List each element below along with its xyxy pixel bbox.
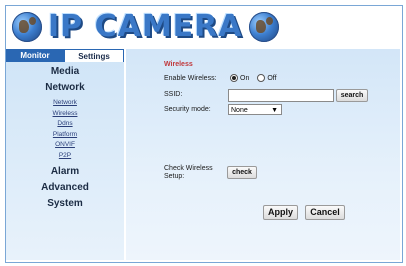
radio-off-label: Off	[267, 74, 277, 82]
submenu-ddns[interactable]: Ddns	[6, 119, 124, 130]
radio-on[interactable]	[230, 74, 238, 82]
enable-wireless-radios: On Off	[230, 74, 277, 82]
check-wireless-label: Check Wireless Setup:	[164, 165, 213, 181]
enable-wireless-label: Enable Wireless:	[164, 75, 217, 82]
network-submenu: Network Wireless Ddns Platform ONVIF P2P	[6, 98, 124, 161]
security-mode-select[interactable]: None ▼	[228, 104, 282, 115]
radio-off[interactable]	[257, 74, 266, 82]
tab-settings[interactable]: Settings	[64, 49, 124, 62]
security-mode-value: None	[231, 107, 248, 114]
tab-monitor[interactable]: Monitor	[6, 49, 64, 62]
logo: IP CAMERA	[12, 10, 279, 44]
check-wireless-label-line1: Check Wireless	[164, 165, 213, 172]
apply-button[interactable]: Apply	[263, 205, 298, 220]
wireless-panel: Wireless Enable Wireless: On Off SSID: s…	[126, 49, 400, 260]
section-title: Wireless	[164, 61, 193, 68]
globe-icon	[248, 12, 279, 42]
cancel-button[interactable]: Cancel	[305, 205, 345, 220]
tab-bar: Monitor Settings	[6, 49, 124, 62]
check-button[interactable]: check	[227, 166, 257, 179]
radio-on-label: On	[240, 74, 250, 82]
ssid-input[interactable]	[228, 89, 334, 102]
submenu-p2p[interactable]: P2P	[6, 151, 124, 162]
ssid-label: SSID:	[164, 91, 183, 98]
menu-alarm[interactable]: Alarm	[6, 166, 124, 177]
chevron-down-icon: ▼	[271, 107, 278, 114]
sidebar: Monitor Settings Media Network Network W…	[6, 49, 124, 260]
logo-text: IP CAMERA	[48, 9, 243, 44]
menu-network[interactable]: Network	[6, 82, 124, 93]
security-mode-label: Security mode:	[164, 106, 211, 113]
header: IP CAMERA	[6, 6, 400, 46]
search-button[interactable]: search	[336, 89, 368, 102]
submenu-network[interactable]: Network	[6, 98, 124, 109]
menu-media[interactable]: Media	[6, 66, 124, 77]
globe-icon	[12, 12, 42, 42]
menu-system[interactable]: System	[6, 198, 124, 209]
check-wireless-label-line2: Setup:	[164, 173, 185, 180]
submenu-wireless[interactable]: Wireless	[6, 109, 124, 120]
submenu-platform[interactable]: Platform	[6, 130, 124, 141]
submenu-onvif[interactable]: ONVIF	[6, 140, 124, 151]
menu-advanced[interactable]: Advanced	[6, 182, 124, 193]
